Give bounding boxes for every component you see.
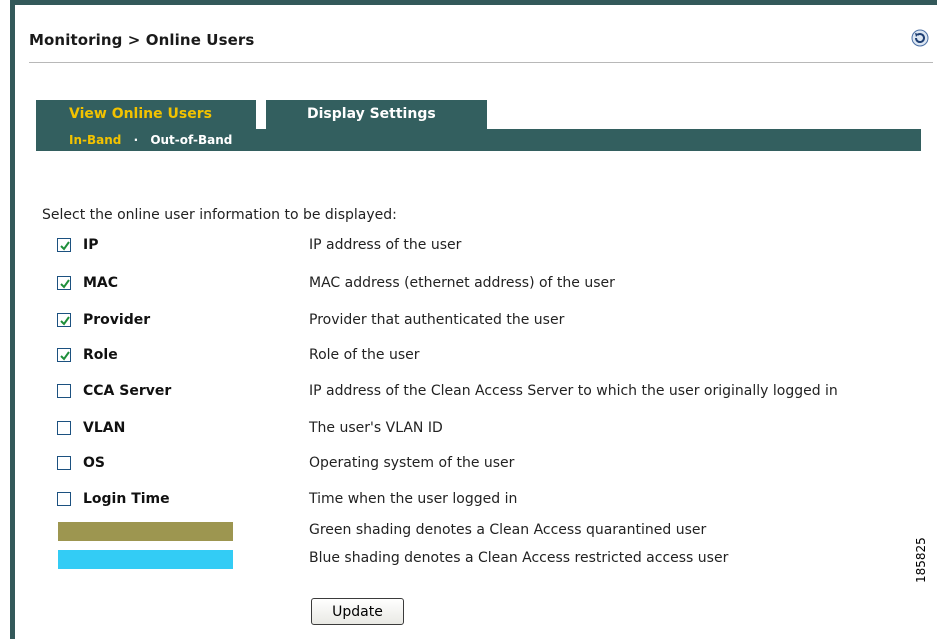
- tab-view-online-users[interactable]: View Online Users: [36, 100, 256, 129]
- tab-display-settings[interactable]: Display Settings: [266, 100, 487, 129]
- checkbox-login-time[interactable]: [57, 492, 71, 506]
- option-label: MAC: [83, 275, 119, 291]
- checkbox-role[interactable]: [57, 348, 71, 362]
- option-label: Provider: [83, 312, 151, 328]
- option-row-provider: Provider Provider that authenticated the…: [0, 312, 937, 332]
- option-description: IP address of the user: [309, 237, 462, 253]
- checkbox-provider[interactable]: [57, 313, 71, 327]
- option-description: The user's VLAN ID: [309, 420, 443, 436]
- legend-description: Green shading denotes a Clean Access qua…: [309, 522, 707, 538]
- option-label: IP: [83, 237, 99, 253]
- title-divider: [29, 62, 933, 63]
- checkbox-mac[interactable]: [57, 276, 71, 290]
- option-row-mac: MAC MAC address (ethernet address) of th…: [0, 275, 937, 295]
- figure-number: 185825: [914, 537, 928, 583]
- legend-row-restricted: Blue shading denotes a Clean Access rest…: [0, 550, 937, 570]
- checkbox-vlan[interactable]: [57, 421, 71, 435]
- option-row-ip: IP IP address of the user: [0, 237, 937, 257]
- option-row-login-time: Login Time Time when the user logged in: [0, 491, 937, 511]
- checkmark-icon: [60, 351, 70, 361]
- refresh-icon[interactable]: [911, 29, 929, 47]
- quarantined-color-swatch: [58, 522, 233, 541]
- subnav-item-in-band[interactable]: In-Band: [69, 133, 121, 147]
- option-row-vlan: VLAN The user's VLAN ID: [0, 420, 937, 440]
- checkbox-cca-server[interactable]: [57, 384, 71, 398]
- option-description: Time when the user logged in: [309, 491, 518, 507]
- option-row-role: Role Role of the user: [0, 347, 937, 367]
- checkmark-icon: [60, 241, 70, 251]
- option-description: Provider that authenticated the user: [309, 312, 565, 328]
- checkmark-icon: [60, 316, 70, 326]
- option-description: IP address of the Clean Access Server to…: [309, 383, 838, 399]
- restricted-color-swatch: [58, 550, 233, 569]
- checkbox-os[interactable]: [57, 456, 71, 470]
- page-frame-top-bar: [10, 0, 937, 5]
- option-label: Role: [83, 347, 118, 363]
- option-description: Operating system of the user: [309, 455, 515, 471]
- option-description: Role of the user: [309, 347, 420, 363]
- option-row-cca-server: CCA Server IP address of the Clean Acces…: [0, 383, 937, 403]
- option-label: VLAN: [83, 420, 126, 436]
- option-label: OS: [83, 455, 105, 471]
- legend-description: Blue shading denotes a Clean Access rest…: [309, 550, 729, 566]
- breadcrumb: Monitoring > Online Users: [29, 31, 255, 49]
- subnav-bar: In-Band · Out-of-Band: [36, 129, 921, 151]
- instruction-text: Select the online user information to be…: [42, 207, 397, 223]
- option-label: Login Time: [83, 491, 170, 507]
- option-row-os: OS Operating system of the user: [0, 455, 937, 475]
- subnav-separator: ·: [133, 133, 139, 147]
- checkbox-ip[interactable]: [57, 238, 71, 252]
- option-description: MAC address (ethernet address) of the us…: [309, 275, 615, 291]
- checkmark-icon: [60, 279, 70, 289]
- subnav-item-out-of-band[interactable]: Out-of-Band: [150, 133, 232, 147]
- legend-row-quarantined: Green shading denotes a Clean Access qua…: [0, 522, 937, 542]
- option-label: CCA Server: [83, 383, 172, 399]
- update-button[interactable]: Update: [311, 598, 404, 625]
